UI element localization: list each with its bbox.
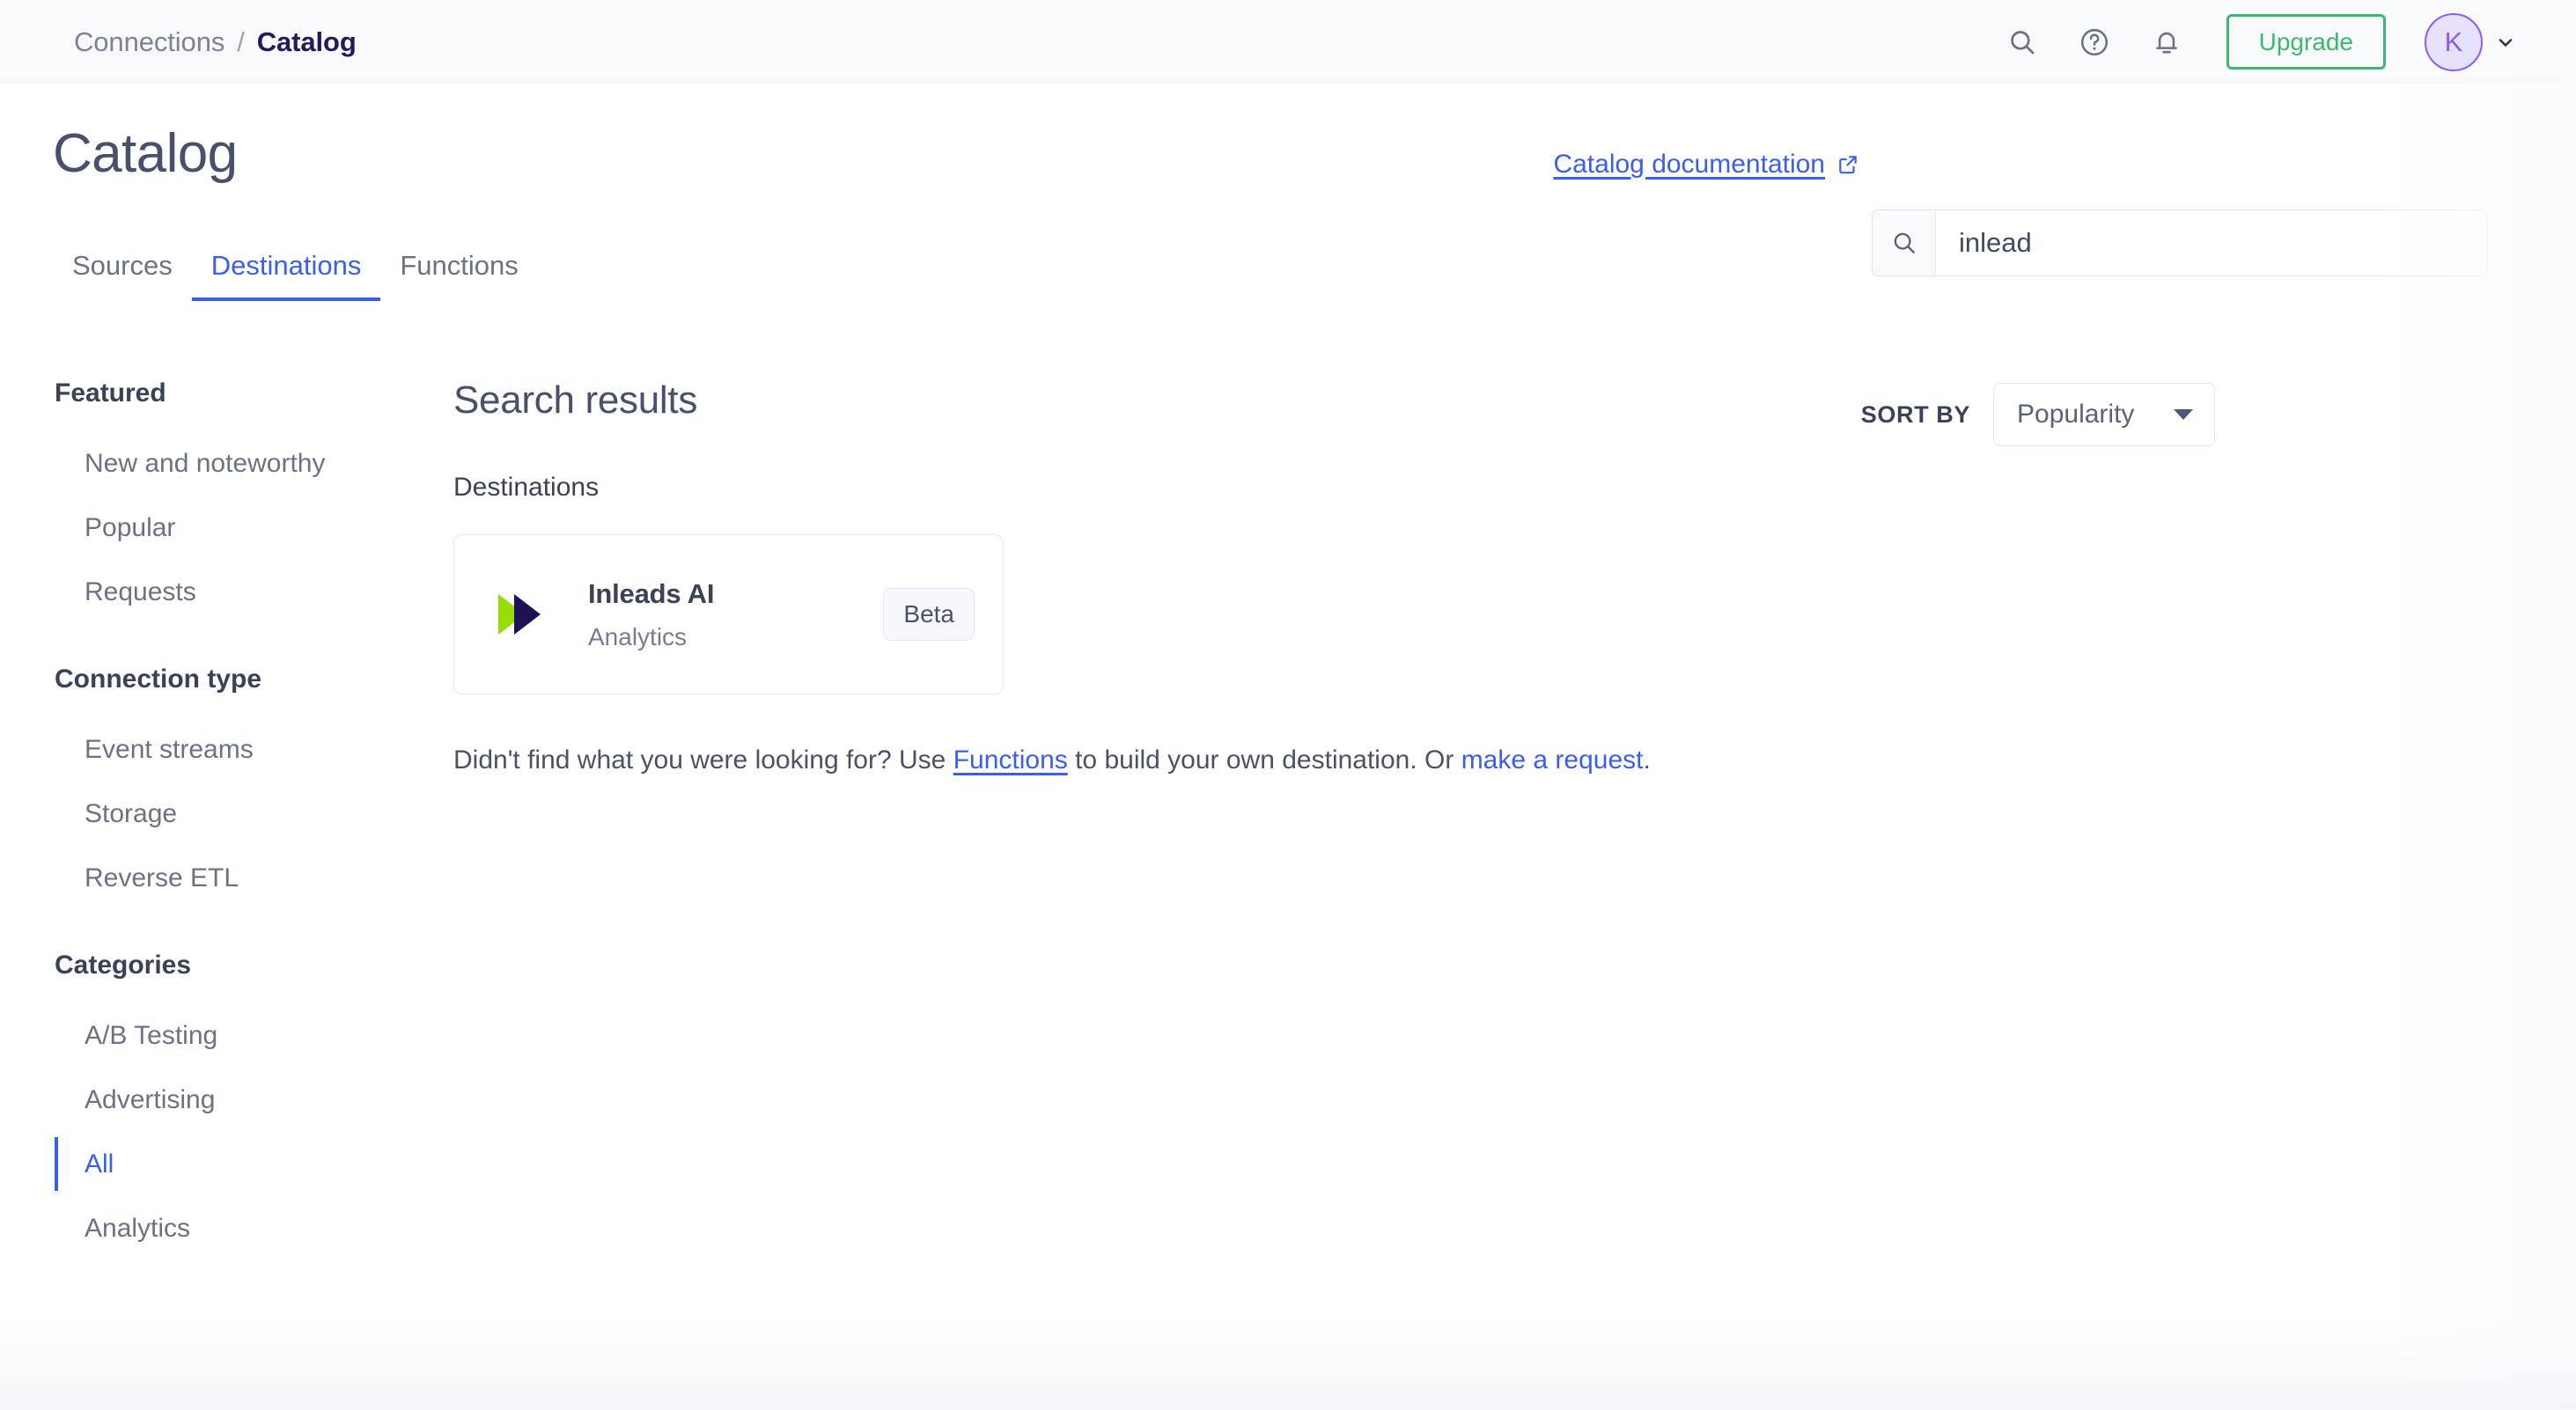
page-title: Catalog bbox=[53, 122, 238, 185]
sidebar-item-analytics[interactable]: Analytics bbox=[0, 1196, 423, 1260]
no-results-help-text: Didn't find what you were looking for? U… bbox=[453, 742, 2576, 779]
search-icon[interactable] bbox=[1998, 18, 2047, 67]
sort-by-select[interactable]: Popularity bbox=[1993, 383, 2215, 446]
sort-by-control: SORT BY Popularity bbox=[1861, 383, 2215, 446]
help-circle-icon[interactable] bbox=[2070, 18, 2119, 67]
top-bar-actions: Upgrade K bbox=[1998, 0, 2576, 84]
top-bar: Connections / Catalog Upgrade bbox=[0, 0, 2576, 84]
tab-sources[interactable]: Sources bbox=[53, 250, 192, 301]
avatar[interactable]: K bbox=[2425, 13, 2483, 71]
tab-functions[interactable]: Functions bbox=[380, 250, 537, 301]
search-results-title: Search results bbox=[453, 378, 2576, 422]
sidebar-item-advertising[interactable]: Advertising bbox=[0, 1068, 423, 1132]
status-badge: Beta bbox=[883, 588, 975, 641]
catalog-sidebar: Featured New and noteworthy Popular Requ… bbox=[0, 378, 423, 1260]
sidebar-item-ab-testing[interactable]: A/B Testing bbox=[0, 1003, 423, 1068]
search-input[interactable] bbox=[1936, 210, 2487, 275]
external-link-icon bbox=[1836, 153, 1859, 176]
upgrade-button[interactable]: Upgrade bbox=[2226, 14, 2386, 70]
sidebar-group-categories: Categories bbox=[0, 951, 423, 980]
sort-by-label: SORT BY bbox=[1861, 401, 1970, 429]
caret-down-icon bbox=[2174, 409, 2193, 420]
inleads-double-chevron-logo bbox=[493, 587, 548, 642]
sidebar-item-requests[interactable]: Requests bbox=[0, 560, 423, 624]
catalog-tabs: Sources Destinations Functions bbox=[53, 236, 538, 301]
destination-card-inleads-ai[interactable]: Inleads AI Analytics Beta bbox=[453, 534, 1004, 694]
catalog-documentation-link[interactable]: Catalog documentation bbox=[1553, 150, 1859, 180]
search-icon bbox=[1873, 210, 1936, 275]
breadcrumb-parent-connections[interactable]: Connections bbox=[74, 26, 224, 58]
bell-icon[interactable] bbox=[2142, 18, 2191, 67]
sidebar-item-event-streams[interactable]: Event streams bbox=[0, 717, 423, 782]
make-a-request-link[interactable]: make a request bbox=[1461, 745, 1644, 775]
footer-note-part-2: to build your own destination. Or bbox=[1068, 745, 1461, 775]
catalog-results: Search results Destinations Inleads AI A… bbox=[453, 378, 2576, 779]
sidebar-item-storage[interactable]: Storage bbox=[0, 782, 423, 846]
sidebar-group-featured: Featured bbox=[0, 378, 423, 408]
catalog-content: Featured New and noteworthy Popular Requ… bbox=[0, 378, 2576, 1410]
destination-name: Inleads AI bbox=[588, 578, 883, 610]
results-section-destinations: Destinations bbox=[453, 473, 2576, 503]
footer-note-part-3: . bbox=[1643, 745, 1650, 775]
sidebar-item-popular[interactable]: Popular bbox=[0, 496, 423, 560]
account-menu[interactable]: K bbox=[2425, 13, 2516, 71]
catalog-documentation-label: Catalog documentation bbox=[1553, 150, 1825, 180]
sidebar-item-new-and-noteworthy[interactable]: New and noteworthy bbox=[0, 431, 423, 496]
breadcrumb-separator: / bbox=[237, 26, 245, 58]
destination-card-text: Inleads AI Analytics bbox=[588, 578, 883, 651]
functions-link[interactable]: Functions bbox=[953, 745, 1068, 775]
footer-note-part-1: Didn't find what you were looking for? U… bbox=[453, 745, 953, 775]
tab-destinations[interactable]: Destinations bbox=[192, 250, 381, 301]
page-header: Catalog Catalog documentation bbox=[0, 84, 2576, 233]
sidebar-item-reverse-etl[interactable]: Reverse ETL bbox=[0, 846, 423, 910]
sort-by-value: Popularity bbox=[2017, 400, 2134, 430]
chevron-down-icon[interactable] bbox=[2495, 32, 2516, 53]
sidebar-group-connection-type: Connection type bbox=[0, 665, 423, 694]
catalog-search-box[interactable] bbox=[1872, 209, 2488, 276]
destination-category: Analytics bbox=[588, 623, 883, 651]
breadcrumb: Connections / Catalog bbox=[74, 26, 357, 58]
sidebar-item-all[interactable]: All bbox=[0, 1132, 423, 1196]
breadcrumb-current-catalog: Catalog bbox=[257, 26, 357, 58]
